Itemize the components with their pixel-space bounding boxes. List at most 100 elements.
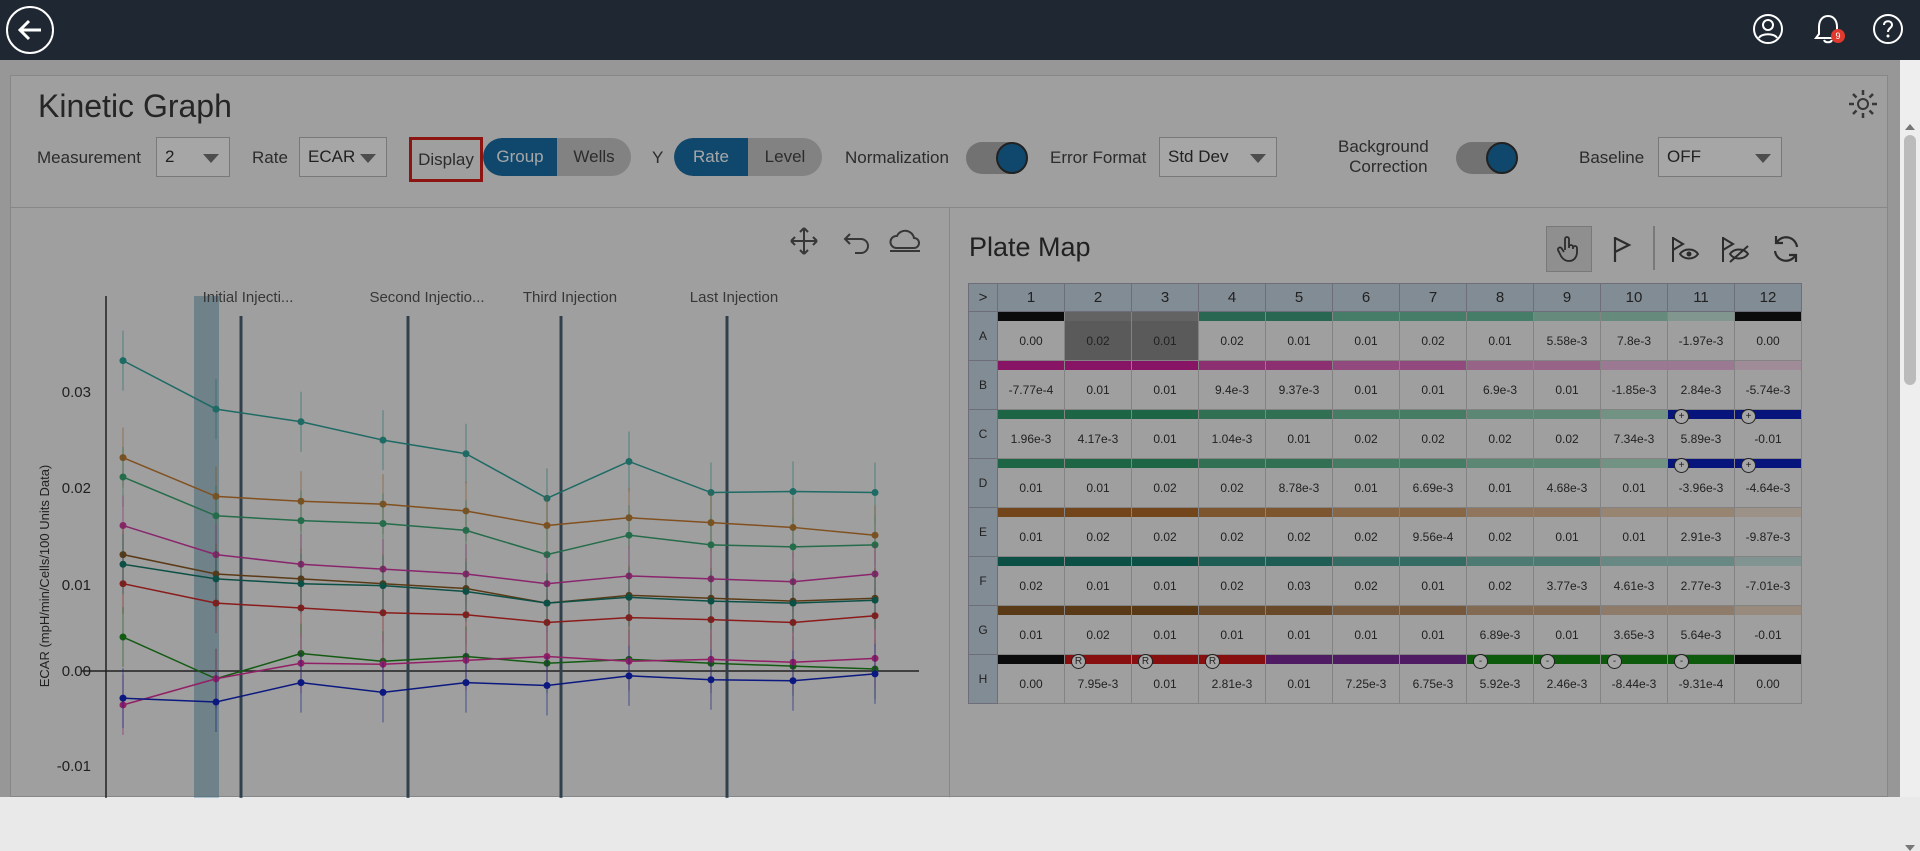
plate-well[interactable]: 0.01	[1332, 311, 1400, 361]
scrollbar-thumb[interactable]	[1904, 135, 1916, 385]
plate-well[interactable]: 0.02	[1332, 556, 1400, 606]
plate-well[interactable]: 0.00	[1734, 654, 1802, 704]
plate-well[interactable]: 2.91e-3	[1667, 507, 1735, 557]
background-correction-toggle[interactable]	[1456, 142, 1518, 174]
plate-well[interactable]: 0.01	[1064, 360, 1132, 410]
plate-well[interactable]: -7.01e-3	[1734, 556, 1802, 606]
back-button[interactable]	[6, 6, 54, 54]
col-header[interactable]: 10	[1600, 283, 1668, 312]
plate-well[interactable]: 2.84e-3	[1667, 360, 1735, 410]
hide-wells-button[interactable]	[1711, 226, 1757, 272]
plate-well[interactable]: 0.01	[1332, 360, 1400, 410]
plate-corner[interactable]: >	[968, 283, 998, 312]
plate-well[interactable]: 0.01	[1265, 654, 1333, 704]
plate-well[interactable]: -1.97e-3	[1667, 311, 1735, 361]
col-header[interactable]: 9	[1533, 283, 1601, 312]
plate-well[interactable]: 0.02	[1466, 556, 1534, 606]
rate-select[interactable]: ECAR	[299, 137, 387, 177]
plate-well[interactable]: 7.34e-3	[1600, 409, 1668, 459]
show-wells-button[interactable]	[1661, 226, 1707, 272]
display-group-option[interactable]: Group	[483, 138, 557, 176]
plate-well[interactable]: 3.65e-3	[1600, 605, 1668, 655]
plate-well[interactable]: 2.77e-3	[1667, 556, 1735, 606]
plate-well[interactable]: 7.8e-3	[1600, 311, 1668, 361]
plate-well[interactable]: 0.01	[1265, 409, 1333, 459]
plate-well[interactable]: -9.87e-3	[1734, 507, 1802, 557]
plate-well[interactable]: + -3.96e-3	[1667, 458, 1735, 508]
plate-well[interactable]: 0.02	[1466, 507, 1534, 557]
user-profile-button[interactable]	[1751, 12, 1785, 46]
plate-well[interactable]: 0.02	[1198, 458, 1266, 508]
row-header[interactable]: A	[968, 311, 998, 361]
plate-well[interactable]: 6.9e-3	[1466, 360, 1534, 410]
plate-well[interactable]: + -4.64e-3	[1734, 458, 1802, 508]
plate-well[interactable]: 0.01	[997, 507, 1065, 557]
plate-well[interactable]: 0.03	[1265, 556, 1333, 606]
col-header[interactable]: 5	[1265, 283, 1333, 312]
help-button[interactable]	[1871, 12, 1905, 46]
plate-well[interactable]: 0.02	[1265, 507, 1333, 557]
plate-well[interactable]: 5.58e-3	[1533, 311, 1601, 361]
plate-well[interactable]: 0.01	[1064, 458, 1132, 508]
display-wells-option[interactable]: Wells	[557, 138, 631, 176]
plate-well[interactable]: 9.56e-4	[1399, 507, 1467, 557]
plate-well[interactable]: 0.01	[1466, 311, 1534, 361]
plate-well[interactable]: 4.68e-3	[1533, 458, 1601, 508]
plate-well[interactable]: 4.61e-3	[1600, 556, 1668, 606]
scroll-down-icon[interactable]	[1905, 845, 1915, 851]
row-header[interactable]: E	[968, 507, 998, 557]
col-header[interactable]: 6	[1332, 283, 1400, 312]
plate-well[interactable]: 0.02	[1064, 311, 1132, 361]
plate-well[interactable]: 0.01	[1131, 360, 1199, 410]
col-header[interactable]: 3	[1131, 283, 1199, 312]
row-header[interactable]: G	[968, 605, 998, 655]
col-header[interactable]: 1	[997, 283, 1065, 312]
plate-well[interactable]: 0.02	[1064, 507, 1132, 557]
page-scrollbar[interactable]	[1900, 60, 1920, 851]
plate-well[interactable]: -7.77e-4	[997, 360, 1065, 410]
plate-well[interactable]: 0.02	[1399, 311, 1467, 361]
plate-well[interactable]: 0.01	[1466, 458, 1534, 508]
plate-well[interactable]: +5.89e-3	[1667, 409, 1735, 459]
notifications-button[interactable]: 9	[1811, 12, 1845, 46]
plate-well[interactable]: 0.01	[997, 458, 1065, 508]
plate-well[interactable]: 0.01	[1265, 605, 1333, 655]
plate-well[interactable]: 0.01	[1600, 507, 1668, 557]
row-header[interactable]: H	[968, 654, 998, 704]
plate-well[interactable]: 0.02	[1198, 507, 1266, 557]
baseline-select[interactable]: OFF	[1658, 137, 1782, 177]
plate-well[interactable]: 0.01	[1064, 556, 1132, 606]
settings-button[interactable]	[1847, 88, 1879, 125]
plate-well[interactable]: 0.01	[1332, 458, 1400, 508]
select-tool-button[interactable]	[1546, 226, 1592, 272]
plate-well[interactable]: -1.85e-3	[1600, 360, 1668, 410]
plate-well[interactable]: - -9.31e-4	[1667, 654, 1735, 704]
plate-well[interactable]: R 0.01	[1131, 654, 1199, 704]
plate-well[interactable]: 3.77e-3	[1533, 556, 1601, 606]
plate-well[interactable]: 0.01	[1131, 409, 1199, 459]
plate-well[interactable]: 0.02	[1198, 556, 1266, 606]
plate-well[interactable]: 0.01	[1131, 311, 1199, 361]
plate-well[interactable]: 0.00	[1734, 311, 1802, 361]
plate-well[interactable]: 1.96e-3	[997, 409, 1065, 459]
plate-well[interactable]: 8.78e-3	[1265, 458, 1333, 508]
plate-well[interactable]: 0.01	[1198, 605, 1266, 655]
plate-well[interactable]: 0.01	[1600, 458, 1668, 508]
plate-well[interactable]: 6.69e-3	[1399, 458, 1467, 508]
scroll-up-icon[interactable]	[1905, 124, 1915, 130]
plate-well[interactable]: 0.00	[997, 311, 1065, 361]
plate-well[interactable]: 0.02	[1466, 409, 1534, 459]
plate-well[interactable]: 0.01	[1399, 556, 1467, 606]
plate-well[interactable]: 0.01	[1332, 605, 1400, 655]
normalization-toggle[interactable]	[966, 142, 1028, 174]
y-level-option[interactable]: Level	[748, 138, 822, 176]
refresh-button[interactable]	[1763, 226, 1809, 272]
plate-well[interactable]: 4.17e-3	[1064, 409, 1132, 459]
plate-well[interactable]: 9.37e-3	[1265, 360, 1333, 410]
plate-well[interactable]: 0.02	[1332, 409, 1400, 459]
plate-well[interactable]: - 2.46e-3	[1533, 654, 1601, 704]
plate-well[interactable]: 9.4e-3	[1198, 360, 1266, 410]
plate-well[interactable]: + -0.01	[1734, 409, 1802, 459]
plate-well[interactable]: 6.75e-3	[1399, 654, 1467, 704]
y-rate-option[interactable]: Rate	[674, 138, 748, 176]
